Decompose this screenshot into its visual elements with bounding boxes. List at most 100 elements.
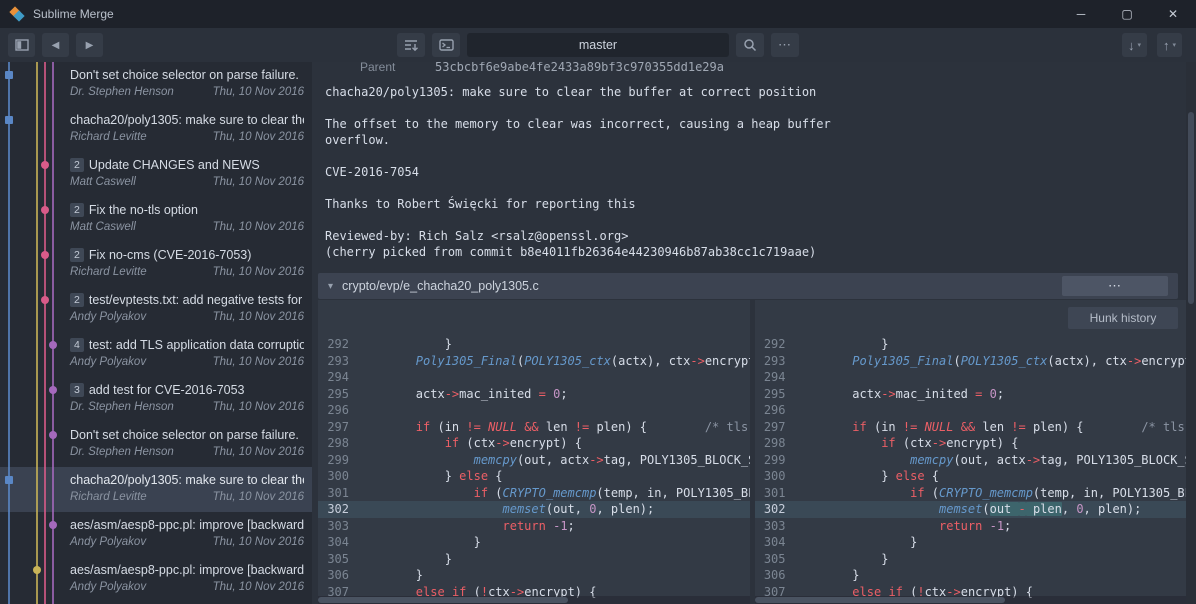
toolbar-more-button[interactable]: ⋯ [771,33,799,57]
code-token: encrypt [1141,354,1186,368]
code-token: if [445,436,459,450]
code-token: ; [1004,519,1011,533]
commit-title: chacha20/poly1305: make sure to clear th… [70,473,304,487]
code-token: } [795,568,860,582]
scrollbar-thumb[interactable] [318,597,568,603]
code-token [953,420,960,434]
code-token: POLY1305_ctx [524,354,611,368]
code-token [358,436,445,450]
code-token: 0 [1076,502,1083,516]
file-header[interactable]: ▾ crypto/evp/e_chacha20_poly1305.c ⋯ [318,273,1178,299]
code-token: -1 [990,519,1004,533]
pull-button[interactable]: ↓ ▾ [1122,33,1147,57]
commit-row[interactable]: aes/asm/aesp8-ppc.pl: improve [backward]… [62,557,312,602]
code-token [358,502,503,516]
commit-row[interactable]: 2Fix no-cms (CVE-2016-7053) Richard Levit… [62,242,312,287]
line-number: 302 [755,501,795,518]
code-token: -> [881,387,895,401]
file-more-button[interactable]: ⋯ [1062,276,1168,296]
code-token: != [1011,420,1025,434]
push-icon: ↑ [1163,38,1170,53]
terminal-icon [439,39,454,51]
code-token [795,420,853,434]
scrollbar-thumb[interactable] [1188,112,1194,304]
code-token: ( [982,502,989,516]
commit-title: Don't set choice selector on parse failu… [70,68,299,82]
diff-row: 295 actx->mac_inited = 0; [318,386,750,403]
commit-title-line: aes/asm/aesp8-ppc.pl: improve [backward] [70,518,304,532]
minimize-button[interactable]: ─ [1058,0,1104,28]
commit-row[interactable]: 2test/evptests.txt: add negative tests f… [62,287,312,332]
graph-node [41,161,49,169]
commit-row[interactable]: Don't set choice selector on parse failu… [62,422,312,467]
commit-row[interactable]: 3add test for CVE-2016-7053Dr. Stephen H… [62,377,312,422]
code-token [546,519,553,533]
code-token: { [925,469,939,483]
code-token [358,519,503,533]
maximize-button[interactable]: ▢ [1104,0,1150,28]
commit-title-line: 2Fix no-cms (CVE-2016-7053) [70,248,304,262]
code-line: memcpy(out, actx->tag, POLY1305_BLOCK_SI… [795,452,1187,469]
close-button[interactable]: ✕ [1150,0,1196,28]
code-token: memcpy [474,453,517,467]
collapse-triangle-icon[interactable]: ▾ [328,281,333,292]
code-token: } [358,568,423,582]
code-token [358,453,474,467]
commit-row[interactable]: 2Fix the no-tls optionMatt CaswellThu, 1… [62,197,312,242]
commit-date: Thu, 10 Nov 2016 [213,311,304,323]
line-number: 300 [755,468,795,485]
diff-row: 301 if (CRYPTO_memcmp(temp, in, POLY1305… [318,485,750,502]
commit-author: Andy Polyakov [70,536,146,548]
commit-row[interactable]: aes/asm/aesp8-ppc.pl: improve [backward]… [62,512,312,557]
locations-button[interactable] [8,33,35,57]
commit-author: Matt Caswell [70,176,136,188]
forward-button[interactable]: ▶ [76,33,103,57]
chevron-down-icon: ▾ [1137,41,1141,49]
commit-button[interactable] [397,33,425,57]
code-line: return -1; [358,518,575,535]
commit-date: Thu, 10 Nov 2016 [213,581,304,593]
line-number: 304 [755,534,795,551]
commit-row[interactable]: 4 test: add TLS application data corrupti… [62,332,312,377]
code-token [795,354,853,368]
commit-author: Richard Levitte [70,266,147,278]
code-token: -> [1026,453,1040,467]
commit-title: test: add TLS application data corruptio [89,338,304,352]
commit-title-line: aes/asm/aesp8-ppc.pl: improve [backward] [70,563,304,577]
branch-selector[interactable]: master [467,33,729,57]
command-palette-button[interactable] [432,33,460,57]
code-token: mac_inited [459,387,538,401]
code-token: -> [589,453,603,467]
commit-row[interactable]: chacha20/poly1305: make sure to clear th… [62,107,312,152]
commit-count-badge: 2 [70,248,84,262]
parent-hash[interactable]: 53cbcbf6e9abe4fe2433a89bf3c970355dd1e29a [435,62,724,74]
commit-row[interactable]: chacha20/poly1305: make sure to clear th… [62,467,312,512]
commit-row[interactable]: Don't set choice selector on parse failu… [62,62,312,107]
commit-meta-line: Richard LevitteThu, 10 Nov 2016 [70,491,304,503]
code-token: len [975,420,1011,434]
code-token: ; [568,519,575,533]
code-token: CRYPTO_memcmp [939,486,1033,500]
line-number: 306 [755,567,795,584]
code-token: (actx), ctx [1047,354,1126,368]
code-line: } [358,567,423,584]
commit-author: Andy Polyakov [70,581,146,593]
line-number: 301 [318,485,358,502]
push-button[interactable]: ↑ ▾ [1157,33,1182,57]
code-token: && [524,420,538,434]
commit-date: Thu, 10 Nov 2016 [213,446,304,458]
back-button[interactable]: ◀ [42,33,69,57]
code-token: if [881,436,895,450]
commit-title: Don't set choice selector on parse failu… [70,428,299,442]
hunk-history-button[interactable]: Hunk history [1068,307,1178,329]
titlebar: Sublime Merge ─ ▢ ✕ [0,0,1196,28]
code-token: (actx), ctx [611,354,690,368]
commit-row[interactable]: 2Update CHANGES and NEWSMatt CaswellThu,… [62,152,312,197]
scrollbar-thumb[interactable] [755,597,1005,603]
code-token: != [903,420,917,434]
diff-row: 293 Poly1305_Final(POLY1305_ctx(actx), c… [755,353,1187,370]
commit-count-badge: 4 [70,338,84,352]
code-token: (out, actx [517,453,589,467]
search-button[interactable] [736,33,764,57]
commit-title-line: Don't set choice selector on parse failu… [70,428,304,442]
